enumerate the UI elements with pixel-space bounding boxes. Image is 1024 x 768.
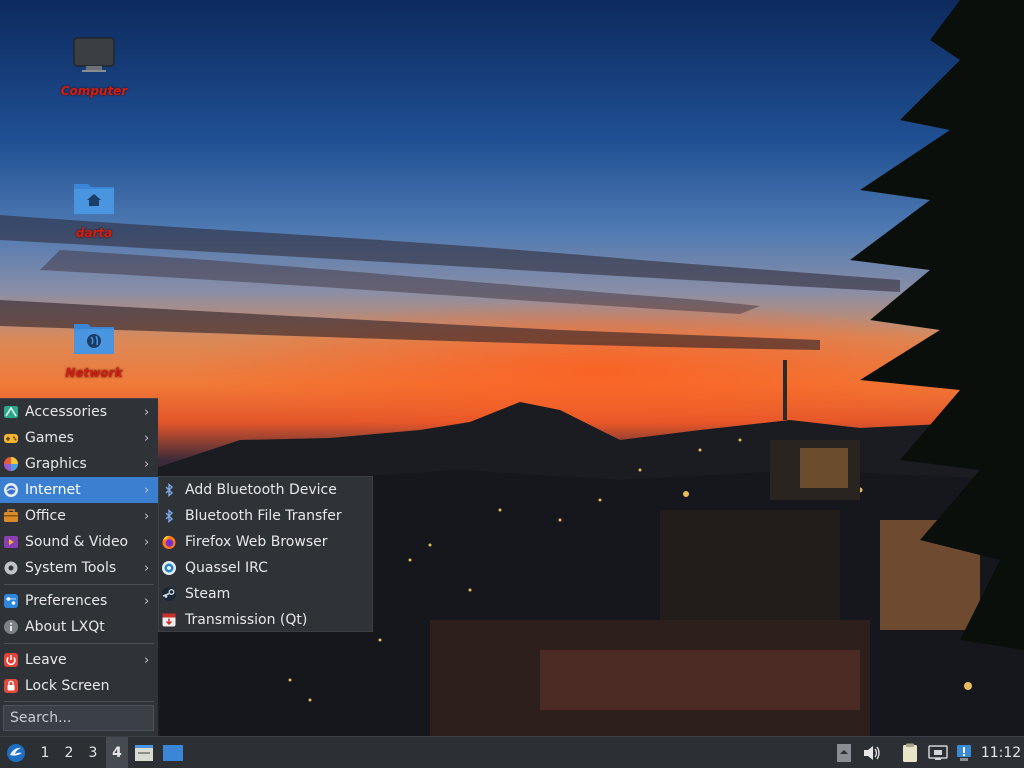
lock-icon (4, 679, 18, 693)
workspace-1-button[interactable]: 1 (34, 737, 56, 768)
menu-item-leave[interactable]: Leave › (0, 647, 158, 673)
desktop-icon (163, 744, 183, 761)
submenu-item-transmission[interactable]: Transmission (Qt) (159, 607, 372, 633)
application-menu: Accessories › Games › Graphics › Interne… (0, 398, 158, 737)
chevron-right-icon: › (144, 534, 150, 550)
taskbar: 1 2 3 4 11:12 (0, 736, 1024, 768)
chevron-up-icon (837, 743, 851, 762)
desktop-icon-label: Computer (60, 84, 128, 98)
submenu-item-label: Transmission (Qt) (185, 612, 308, 628)
menu-item-label: Sound & Video (25, 534, 129, 550)
bluetooth-icon (165, 509, 174, 523)
network-icon (928, 744, 948, 760)
chevron-right-icon: › (144, 593, 150, 609)
transmission-icon (162, 613, 176, 627)
menu-item-internet[interactable]: Internet › (0, 477, 158, 503)
workspace-2-button[interactable]: 2 (58, 737, 80, 768)
menu-item-label: Internet (25, 482, 81, 498)
firefox-icon (162, 535, 176, 549)
internet-icon (4, 483, 18, 497)
chevron-right-icon: › (144, 482, 150, 498)
preferences-icon (4, 594, 18, 608)
steam-icon (162, 587, 176, 601)
submenu-item-bluetooth-file-transfer[interactable]: Bluetooth File Transfer (159, 503, 372, 529)
computer-icon (73, 37, 115, 72)
graphics-icon (4, 457, 18, 471)
menu-search-input[interactable] (3, 705, 154, 731)
internet-submenu: Add Bluetooth Device Bluetooth File Tran… (158, 476, 373, 632)
network-status-button[interactable] (926, 737, 950, 768)
menu-item-label: Leave (25, 652, 67, 668)
menu-item-accessories[interactable]: Accessories › (0, 399, 158, 425)
tray-expand-button[interactable] (834, 737, 854, 768)
submenu-item-label: Quassel IRC (185, 560, 268, 576)
desktop-icon-home-folder[interactable]: darta (54, 178, 134, 240)
network-folder-icon (74, 324, 114, 354)
clock-button[interactable]: 11:12 (978, 737, 1024, 768)
desktop-icon-label: darta (75, 226, 113, 240)
menu-item-games[interactable]: Games › (0, 425, 158, 451)
submenu-item-label: Steam (185, 586, 231, 602)
menu-item-system-tools[interactable]: System Tools › (0, 555, 158, 581)
submenu-item-label: Firefox Web Browser (185, 534, 328, 550)
volume-button[interactable] (860, 737, 884, 768)
menu-item-sound-video[interactable]: Sound & Video › (0, 529, 158, 555)
menu-item-office[interactable]: Office › (0, 503, 158, 529)
menu-separator (4, 584, 154, 585)
submenu-item-label: Add Bluetooth Device (185, 482, 337, 498)
chevron-right-icon: › (144, 508, 150, 524)
menu-separator (4, 701, 154, 702)
menu-item-label: System Tools (25, 560, 117, 576)
accessories-icon (4, 406, 18, 418)
chevron-right-icon: › (144, 560, 150, 576)
menu-item-lock-screen[interactable]: Lock Screen (0, 673, 158, 699)
info-icon (4, 620, 18, 634)
home-folder-icon (74, 184, 114, 214)
updates-icon (957, 744, 971, 761)
clock-label: 11:12 (980, 744, 1022, 761)
chevron-right-icon: › (144, 456, 150, 472)
submenu-item-add-bluetooth-device[interactable]: Add Bluetooth Device (159, 477, 372, 503)
power-icon (4, 653, 18, 667)
volume-icon (864, 745, 880, 760)
menu-item-label: Games (25, 430, 74, 446)
system-tools-icon (4, 561, 18, 575)
menu-item-label: About LXQt (25, 619, 105, 635)
menu-item-label: Office (25, 508, 66, 524)
clipboard-icon (903, 743, 917, 762)
workspace-3-button[interactable]: 3 (82, 737, 104, 768)
submenu-item-label: Bluetooth File Transfer (185, 508, 342, 524)
menu-item-about-lxqt[interactable]: About LXQt (0, 614, 158, 640)
submenu-item-firefox[interactable]: Firefox Web Browser (159, 529, 372, 555)
lxqt-logo-icon (7, 743, 25, 762)
submenu-item-steam[interactable]: Steam (159, 581, 372, 607)
updates-button[interactable] (952, 737, 976, 768)
menu-item-label: Lock Screen (25, 678, 110, 694)
start-menu-button[interactable] (2, 737, 30, 768)
desktop-icon-computer[interactable]: Computer (54, 36, 134, 98)
games-icon (4, 434, 18, 443)
menu-item-preferences[interactable]: Preferences › (0, 588, 158, 614)
submenu-item-quassel-irc[interactable]: Quassel IRC (159, 555, 372, 581)
office-icon (4, 509, 18, 522)
menu-item-graphics[interactable]: Graphics › (0, 451, 158, 477)
bluetooth-icon (165, 483, 174, 497)
quassel-icon (162, 561, 176, 575)
show-desktop-button[interactable] (160, 737, 186, 768)
desktop-icon-network[interactable]: Network (54, 318, 134, 380)
chevron-right-icon: › (144, 404, 150, 420)
file-manager-launcher[interactable] (132, 737, 156, 768)
menu-separator (4, 643, 154, 644)
sound-video-icon (4, 536, 18, 548)
chevron-right-icon: › (144, 652, 150, 668)
chevron-right-icon: › (144, 430, 150, 446)
workspace-4-button[interactable]: 4 (106, 737, 128, 768)
clipboard-button[interactable] (898, 737, 922, 768)
desktop-icon-label: Network (65, 366, 123, 380)
file-manager-icon (135, 744, 153, 761)
menu-item-label: Accessories (25, 404, 108, 420)
menu-item-label: Preferences (25, 593, 108, 609)
menu-item-label: Graphics (25, 456, 87, 472)
